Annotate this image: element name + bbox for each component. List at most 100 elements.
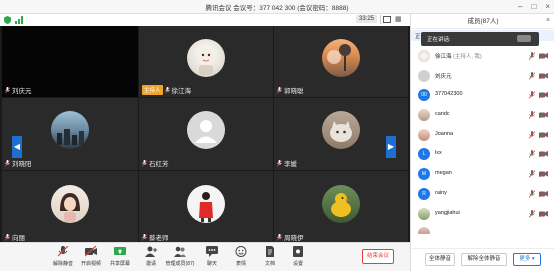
mic-muted-icon [164,86,170,94]
settings-icon [293,246,303,257]
list-item[interactable] [411,224,554,235]
list-item[interactable]: M megan [411,165,554,185]
mic-muted-icon[interactable] [529,170,535,178]
mute-all-button[interactable]: 全体静音 [425,253,455,266]
video-tile[interactable]: 石红芳 [139,98,273,170]
maximize-icon[interactable]: □ [531,2,536,11]
divider [380,15,381,24]
mic-muted-icon[interactable] [529,71,535,80]
mic-muted-icon[interactable] [529,130,535,139]
participant-name: 向丽 [12,235,25,242]
share-screen-icon [114,247,126,255]
title-bar: 腾讯会议 会议号：377 042 300 (会议密码：8888) – □ × [0,0,554,14]
toolbar-label: 管理成员(87) [165,261,195,267]
avatar [187,111,225,149]
member-name: 377042300 [435,91,463,98]
toolbar-label: 聊天 [206,261,217,267]
panel-footer: 全体静音 解除全体静音 更多 ▾ [411,248,554,271]
camera-off-icon[interactable] [539,190,548,197]
avatar [418,207,430,220]
tile-label: 刘庆元 [5,85,32,95]
mic-muted-icon[interactable] [529,209,535,218]
list-item[interactable]: 00 377042300 [411,86,554,106]
shield-icon[interactable] [4,16,11,24]
mic-muted-icon[interactable] [529,111,535,119]
close-icon[interactable]: × [545,2,550,11]
mic-muted-icon [5,86,10,94]
mic-muted-icon[interactable] [529,189,535,198]
list-item[interactable]: R rainy [411,185,554,205]
start-video-button[interactable]: 开启视频 [76,246,106,267]
camera-off-icon[interactable] [539,112,548,119]
video-tile[interactable]: 周晓伊 [274,171,408,244]
mic-muted-icon[interactable] [529,52,535,60]
video-tile[interactable]: 刘庆元 [2,26,138,97]
host-badge: 主持人 [142,85,163,95]
chevron-down-icon: ▾ [531,256,535,262]
mic-muted-icon[interactable] [529,91,535,100]
toolbar-label: 共享屏幕 [109,261,130,267]
unmute-all-button[interactable]: 解除全体静音 [461,253,507,266]
duck-avatar-icon [331,192,351,217]
prev-page-button[interactable]: ◀ [12,136,22,158]
member-name: 徐江海 (主持人, 我) [435,52,482,60]
next-page-button[interactable]: ▶ [386,136,396,158]
share-screen-button[interactable]: 共享屏幕 [105,246,135,267]
video-tile[interactable]: 向丽 [2,171,138,244]
layout-grid-icon[interactable]: ▦ [395,16,405,24]
document-icon [266,246,274,257]
video-tile[interactable]: 刘晓阳 [2,98,138,170]
avatar: L [418,148,430,161]
settings-button[interactable]: 设置 [283,246,313,267]
camera-off-icon[interactable] [539,210,548,217]
emoji-button[interactable]: 表情 [226,246,256,267]
fullscreen-icon[interactable] [383,16,391,23]
camera-off-icon[interactable] [539,151,548,158]
tile-label: 石红芳 [142,158,169,168]
avatar [418,128,430,141]
meeting-timer: 33:25 [356,15,378,23]
video-tile[interactable]: 蔡老师 [139,171,273,244]
unmute-button[interactable]: 解除静音 [48,246,78,267]
list-item[interactable]: Joanna [411,126,554,146]
minimize-icon[interactable]: – [518,2,522,11]
chevron-left-icon: ◀ [13,142,21,151]
video-tile[interactable]: 李媛 [274,98,408,170]
tile-label: 向丽 [5,232,25,242]
manage-members-button[interactable]: 管理成员(87) [165,246,195,267]
video-tile[interactable]: 主持人 徐江海 [139,26,273,97]
list-item[interactable]: L lxx [411,145,554,165]
mic-muted-icon [142,233,147,241]
list-item[interactable]: candc [411,106,554,126]
list-item[interactable]: 刘庆元 [411,67,554,87]
avatar [187,184,225,223]
member-name: candc [435,111,450,118]
avatar: 00 [418,89,430,102]
camera-off-icon[interactable] [539,92,548,99]
mic-muted-icon[interactable] [529,150,535,159]
avatar [322,184,360,223]
toolbar-label: 表情 [235,261,246,267]
camera-off-icon[interactable] [539,131,548,138]
signal-icon[interactable] [15,16,23,24]
invite-button[interactable]: 邀请 [136,246,166,267]
list-item[interactable]: yangjiahui [411,205,554,225]
avatar [418,109,430,122]
list-item[interactable]: 徐江海 (主持人, 我) [411,47,554,67]
end-meeting-button[interactable]: 结束会议 [362,249,394,264]
emoji-icon [235,246,247,257]
document-button[interactable]: 文档 [255,246,285,267]
toolbar-label: 设置 [292,261,303,267]
video-tile[interactable]: 郭晓聪 [274,26,408,97]
chat-button[interactable]: 聊天 [197,246,227,267]
member-name: Joanna [435,130,454,137]
camera-off-icon[interactable] [539,171,548,178]
camera-off-icon[interactable] [539,72,548,79]
member-name: megan [435,170,452,177]
window-title: 腾讯会议 会议号：377 042 300 (会议密码：8888) [205,5,349,12]
more-button[interactable]: 更多 ▾ [513,253,541,266]
camera-off-icon[interactable] [539,53,548,59]
close-panel-icon[interactable]: × [546,17,550,24]
more-label: 更多 [519,256,531,262]
tile-label: 周晓伊 [277,232,304,242]
